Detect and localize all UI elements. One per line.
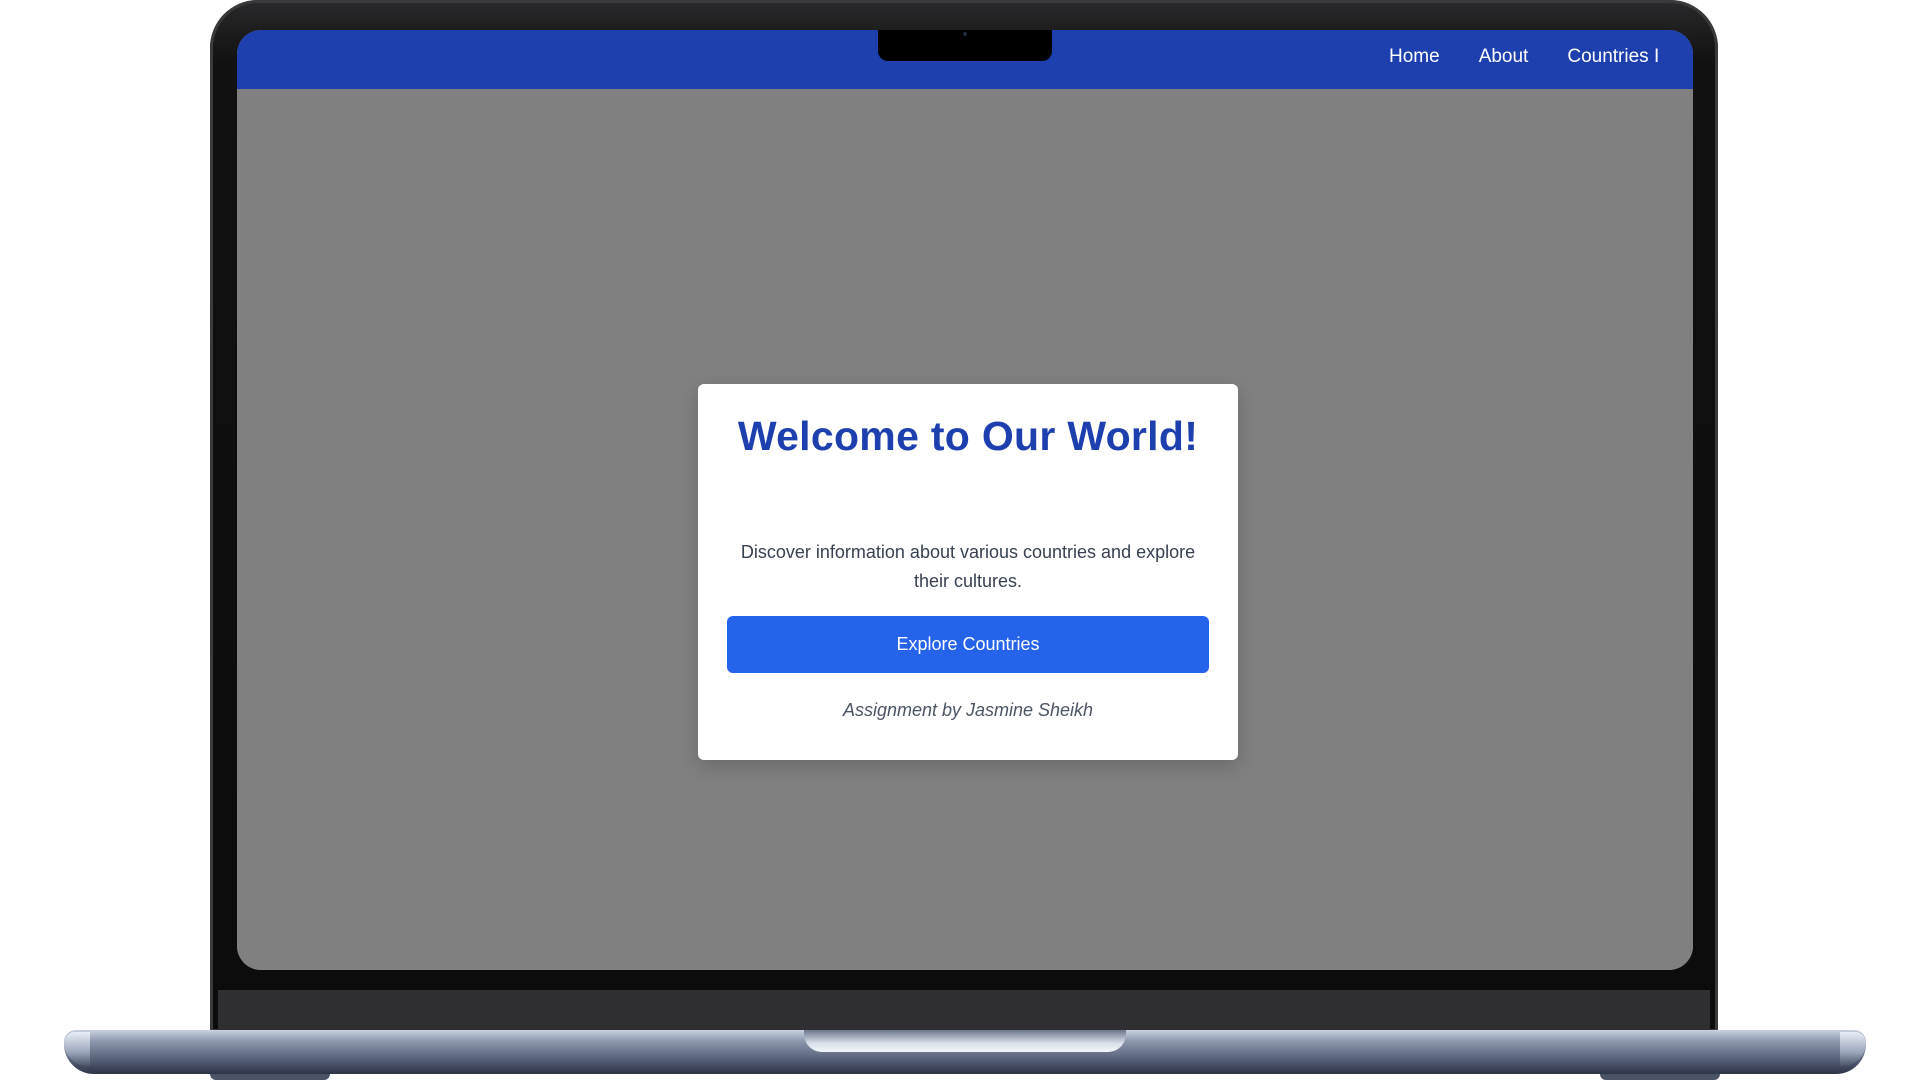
laptop-foot-left: [210, 1074, 330, 1080]
laptop-base-edge-left: [64, 1032, 90, 1066]
nav-links: Home About Countries I: [1389, 45, 1659, 69]
explore-countries-button[interactable]: Explore Countries: [727, 616, 1209, 673]
laptop-base-edge-right: [1840, 1032, 1866, 1066]
laptop-mockup: Home About Countries I Welcome to Our Wo…: [0, 0, 1920, 1080]
nav-link-home[interactable]: Home: [1389, 45, 1440, 69]
welcome-title: Welcome to Our World!: [737, 413, 1199, 459]
camera-icon: [963, 32, 967, 36]
welcome-description: Discover information about various count…: [740, 542, 1196, 591]
laptop-chin: [218, 990, 1710, 1032]
laptop-foot-right: [1600, 1074, 1720, 1080]
assignment-credit: Assignment by Jasmine Sheikh: [842, 700, 1094, 720]
laptop-screen: Home About Countries I Welcome to Our Wo…: [237, 30, 1693, 970]
laptop-hinge-notch: [804, 1030, 1126, 1052]
nav-link-about[interactable]: About: [1479, 45, 1529, 69]
welcome-card: Welcome to Our World! Discover informati…: [698, 384, 1238, 760]
nav-link-countries[interactable]: Countries I: [1567, 45, 1659, 69]
